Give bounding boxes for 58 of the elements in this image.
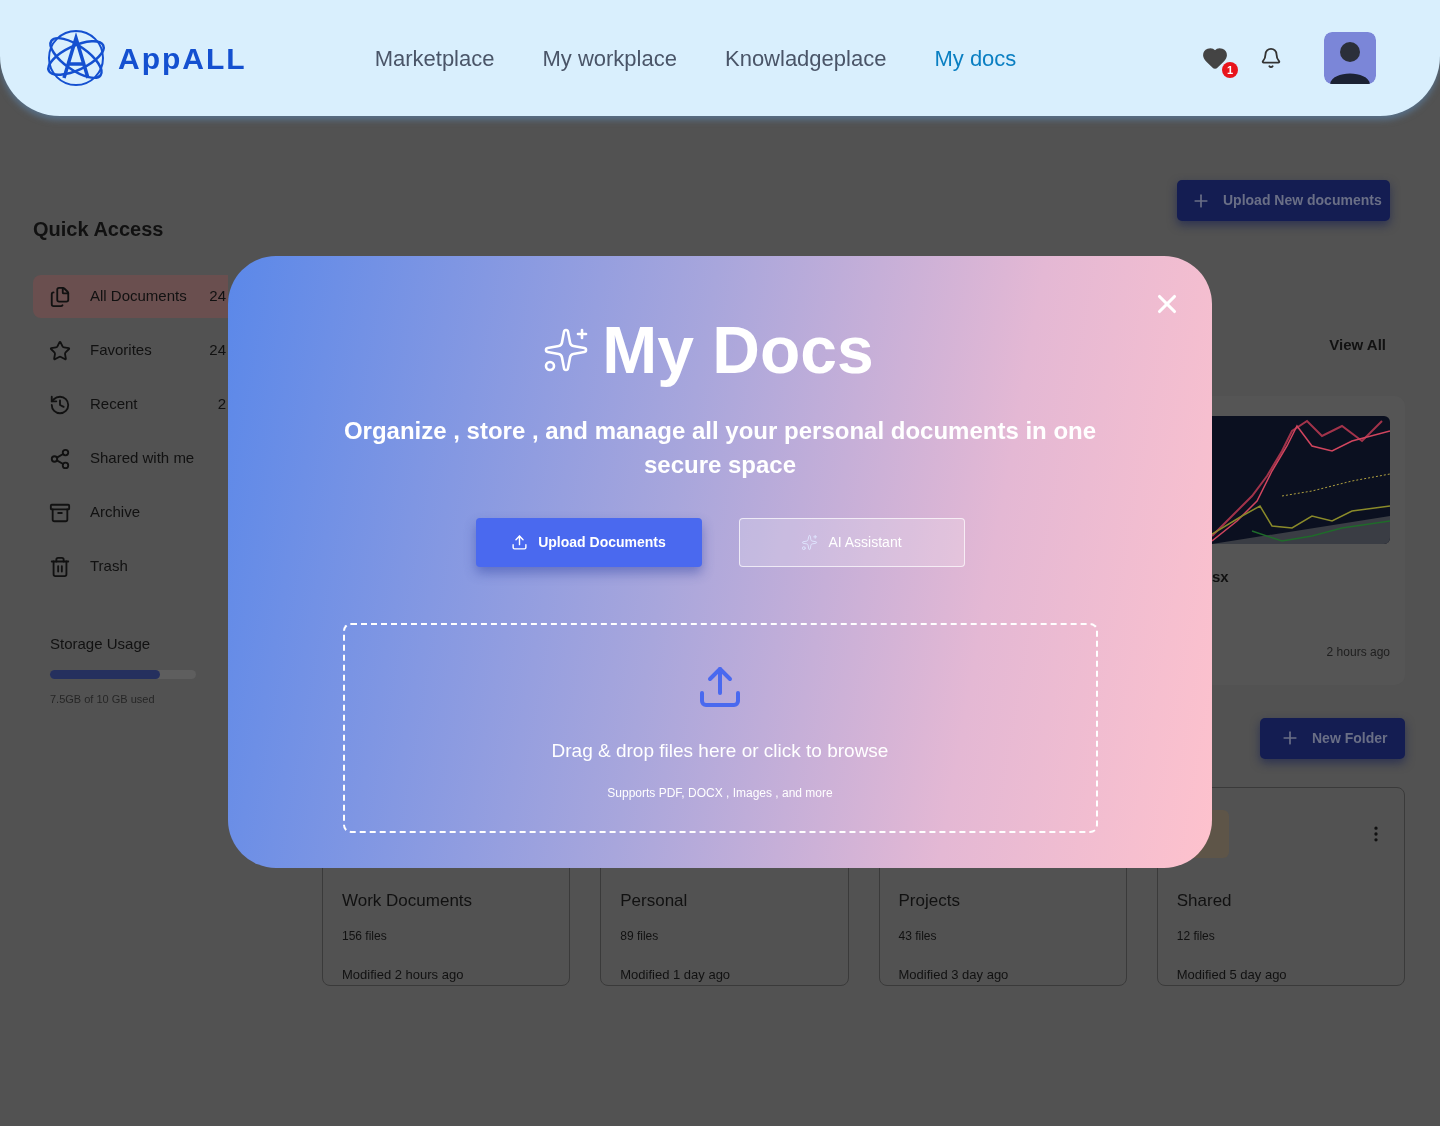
modified-time: Modified 5 day ago [1176,966,1288,984]
new-folder-button[interactable]: New Folder [1260,717,1405,759]
atom-logo-icon [44,28,108,88]
upload-icon [511,534,529,551]
upload-documents-button[interactable]: Upload Documents [475,518,702,567]
sidebar-item-label: Shared with me [90,448,195,469]
nav-link[interactable]: My workplace [542,41,677,75]
file-count: 43 files [898,928,938,945]
user-avatar[interactable] [1324,32,1376,84]
file-count: 12 files [1176,928,1216,945]
folder-name: Shared [1176,889,1233,912]
sidebar-item-label: Trash [90,556,128,577]
sidebar-item[interactable]: Shared with me [33,437,228,480]
folder-name: Work Documents [342,889,474,912]
sidebar-title: Quick Access [33,217,165,242]
star-icon [49,339,71,362]
drop-zone-hint: Supports PDF, DOCX , Images , and more [607,784,833,802]
notification-badge: 1 [1222,62,1238,78]
folder-name: Projects [898,889,961,912]
sidebar-item[interactable]: All Documents 24 [33,275,228,318]
sidebar-item[interactable]: Archive [33,491,228,534]
modified-time: Modified 1 day ago [620,966,732,984]
view-all-link[interactable]: View All [1329,334,1386,357]
nav-link[interactable]: Marketplace [374,41,495,75]
nav-link[interactable]: My docs [934,41,1017,75]
dialog-subtitle: Organize , store , and manage all your personal documents in one secure space [342,416,1098,480]
sparkles-icon [801,534,819,551]
share-icon [49,447,71,470]
item-count: 24 [209,340,226,361]
archive-icon [49,501,71,524]
notification-bell-icon[interactable] [1260,47,1282,69]
history-icon [49,393,71,416]
modified-time: Modified 3 day ago [898,966,1010,984]
heart-icon [1202,45,1228,71]
dialog-title: My Docs [602,314,874,386]
documents-icon [49,285,71,308]
upload-new-button[interactable]: Upload New documents [1177,180,1390,221]
sidebar-item-label: Archive [90,502,141,523]
modified-time: Modified 2 hours ago [342,966,465,984]
sidebar-item-label: Recent [90,394,138,415]
sidebar-item[interactable]: Recent 2 [33,383,228,426]
nav-link[interactable]: Knowladgeplace [724,41,887,75]
file-name: sx [1212,566,1230,587]
app-logo-text[interactable]: AppALL [118,35,247,81]
sidebar-item-label: Favorites [90,340,152,361]
sidebar-item[interactable]: Favorites 24 [33,329,228,372]
file-count: 156 files [342,928,388,945]
trash-icon [49,555,71,578]
item-count: 2 [217,394,226,415]
item-count: 24 [209,286,226,307]
drop-zone-text: Drag & drop files here or click to browse [551,739,889,763]
file-count: 89 files [620,928,660,945]
sidebar-item-label: All Documents [90,286,187,307]
file-drop-zone[interactable]: Drag & drop files here or click to browse Supports PDF, DOCX , Images , and more [342,623,1098,833]
folder-name: Personal [620,889,689,912]
storage-label: Storage Usage [50,634,152,654]
ai-assistant-button[interactable]: AI Assistant [738,518,965,567]
sidebar-item[interactable]: Trash [33,545,228,588]
